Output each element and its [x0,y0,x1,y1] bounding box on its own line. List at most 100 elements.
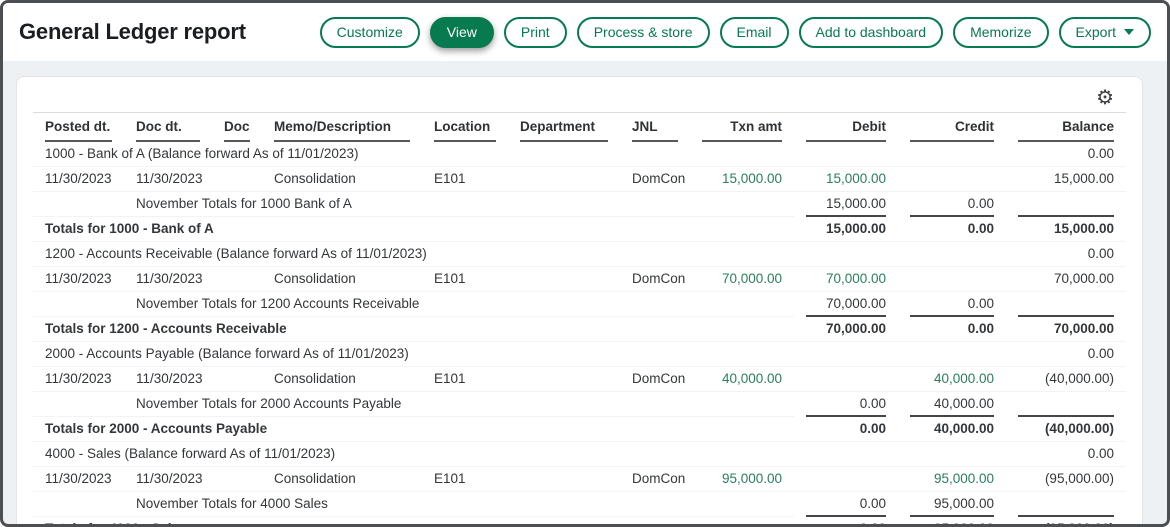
month-total-row: November Totals for 2000 Accounts Payabl… [33,392,1126,417]
month-total-label: November Totals for 1200 Accounts Receiv… [124,292,690,317]
location-cell: E101 [422,367,508,392]
add-to-dashboard-button[interactable]: Add to dashboard [798,16,944,48]
txn-amt-cell [690,492,794,517]
month-total-label: November Totals for 4000 Sales [124,492,690,517]
account-header-row: 4000 - Sales (Balance forward As of 11/0… [33,442,1126,467]
txn-amt-cell[interactable]: 95,000.00 [690,467,794,492]
account-total-label: Totals for 1000 - Bank of A [33,217,690,242]
doc-cell [212,267,262,292]
debit-cell: 0.00 [794,492,898,517]
balance-cell: 70,000.00 [1006,317,1126,342]
department-cell [508,467,620,492]
debit-cell [794,367,898,392]
memo-cell: Consolidation [262,167,422,192]
column-header-doc-dt-: Doc dt. [124,113,212,142]
posted-dt-cell [33,192,124,217]
debit-cell[interactable]: 70,000.00 [794,267,898,292]
txn-amt-cell [690,292,794,317]
txn-amt-cell[interactable]: 70,000.00 [690,267,794,292]
doc-cell [212,167,262,192]
doc-dt-cell: 11/30/2023 [124,367,212,392]
gear-icon[interactable]: ⚙ [1096,87,1114,107]
credit-cell[interactable]: 95,000.00 [898,467,1006,492]
account-total-row: Totals for 2000 - Accounts Payable 0.00 40… [33,417,1126,442]
email-button[interactable]: Email [719,16,789,48]
table-settings-row: ⚙ [33,82,1126,112]
posted-dt-cell: 11/30/2023 [33,267,124,292]
account-total-row: Totals for 1200 - Accounts Receivable 70,… [33,317,1126,342]
print-button[interactable]: Print [503,16,567,48]
memo-cell: Consolidation [262,467,422,492]
credit-cell: 95,000.00 [898,517,1006,524]
column-header-posted-dt-: Posted dt. [33,113,124,142]
location-cell: E101 [422,167,508,192]
doc-cell [212,367,262,392]
posted-dt-cell [33,392,124,417]
credit-cell: 0.00 [898,317,1006,342]
column-header-jnl: JNL [620,113,690,142]
month-total-row: November Totals for 1200 Accounts Receiv… [33,292,1126,317]
account-total-row: Totals for 4000 - Sales 0.0095,000.00(95,… [33,517,1126,524]
table-body: 1000 - Bank of A (Balance forward As of … [33,142,1126,524]
transaction-row: 11/30/2023 11/30/2023 Consolidation E101 Dom… [33,367,1126,392]
credit-cell [898,267,1006,292]
doc-cell [212,467,262,492]
account-header-label: 1200 - Accounts Receivable (Balance forw… [33,242,1006,267]
account-header-label: 1000 - Bank of A (Balance forward As of … [33,142,1006,167]
balance-cell [1006,292,1126,317]
month-total-row: November Totals for 4000 Sales 0.00 95,000… [33,492,1126,517]
process-store-button[interactable]: Process & store [576,16,710,48]
column-header-memo-description: Memo/Description [262,113,422,142]
memorize-button[interactable]: Memorize [953,16,1049,48]
account-header-row: 1000 - Bank of A (Balance forward As of … [33,142,1126,167]
export-button-label: Export [1075,24,1116,40]
balance-cell: 70,000.00 [1006,267,1126,292]
debit-cell: 70,000.00 [794,317,898,342]
credit-cell: 0.00 [898,292,1006,317]
column-header-doc: Doc [212,113,262,142]
debit-cell[interactable]: 15,000.00 [794,167,898,192]
balance-cell: 0.00 [1006,142,1126,167]
balance-cell: 15,000.00 [1006,167,1126,192]
account-total-label: Totals for 2000 - Accounts Payable [33,417,690,442]
balance-cell: 15,000.00 [1006,217,1126,242]
location-cell: E101 [422,467,508,492]
txn-amt-cell[interactable]: 40,000.00 [690,367,794,392]
balance-cell: 0.00 [1006,342,1126,367]
credit-cell[interactable]: 40,000.00 [898,367,1006,392]
balance-cell: (95,000.00) [1006,517,1126,524]
posted-dt-cell: 11/30/2023 [33,167,124,192]
balance-cell: (40,000.00) [1006,417,1126,442]
posted-dt-cell: 11/30/2023 [33,367,124,392]
customize-button[interactable]: Customize [319,16,420,48]
column-header-department: Department [508,113,620,142]
transaction-row: 11/30/2023 11/30/2023 Consolidation E101 Dom… [33,467,1126,492]
jnl-cell: DomCon [620,167,690,192]
debit-cell: 0.00 [794,417,898,442]
txn-amt-cell[interactable]: 15,000.00 [690,167,794,192]
account-header-label: 4000 - Sales (Balance forward As of 11/0… [33,442,1006,467]
account-total-label: Totals for 1200 - Accounts Receivable [33,317,690,342]
month-total-row: November Totals for 1000 Bank of A 15,000… [33,192,1126,217]
column-header-location: Location [422,113,508,142]
balance-cell: 0.00 [1006,242,1126,267]
credit-cell: 0.00 [898,217,1006,242]
txn-amt-cell [690,192,794,217]
doc-dt-cell: 11/30/2023 [124,467,212,492]
month-total-label: November Totals for 2000 Accounts Payabl… [124,392,690,417]
posted-dt-cell [33,292,124,317]
txn-amt-cell [690,417,794,442]
column-header-debit: Debit [794,113,898,142]
jnl-cell: DomCon [620,467,690,492]
jnl-cell: DomCon [620,367,690,392]
view-button[interactable]: View [429,16,494,48]
transaction-row: 11/30/2023 11/30/2023 Consolidation E101 Dom… [33,167,1126,192]
transaction-row: 11/30/2023 11/30/2023 Consolidation E101 Dom… [33,267,1126,292]
credit-cell: 0.00 [898,192,1006,217]
chevron-down-icon [1124,29,1134,35]
export-button[interactable]: Export [1058,16,1151,48]
month-total-label: November Totals for 1000 Bank of A [124,192,690,217]
doc-dt-cell: 11/30/2023 [124,267,212,292]
report-card: ⚙ Posted dt. Doc dt. Doc Memo/Description Lo… [16,76,1143,524]
toolbar-buttons: Customize View Print Process & store Ema… [319,16,1151,48]
